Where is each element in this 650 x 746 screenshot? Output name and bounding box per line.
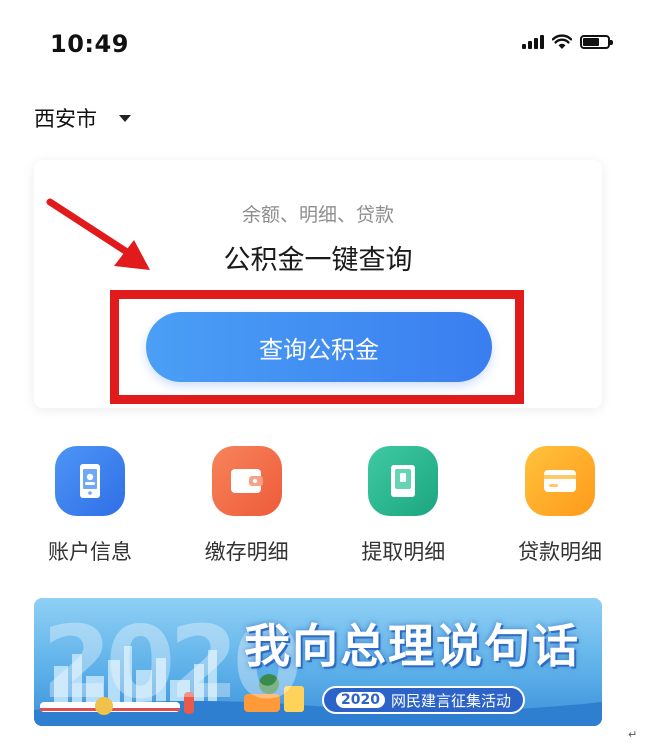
- account-info-icon: [55, 446, 125, 516]
- shortcut-loan-details[interactable]: 贷款明细: [490, 446, 630, 566]
- shortcut-withdraw-details[interactable]: 提取明细: [333, 446, 473, 566]
- city-label: 西安市: [34, 107, 97, 131]
- withdraw-icon: [368, 446, 439, 516]
- shortcut-grid: 账户信息 缴存明细 提取明细 贷款明细: [20, 446, 630, 566]
- banner-pill-year: 2020: [336, 692, 385, 708]
- highlight-box-annotation: [110, 290, 524, 404]
- shortcut-deposit-details[interactable]: 缴存明细: [177, 446, 317, 566]
- shortcut-account-info[interactable]: 账户信息: [20, 446, 160, 566]
- wallet-icon: [211, 446, 282, 516]
- shortcut-label: 提取明细: [361, 540, 446, 564]
- shortcut-label: 贷款明细: [517, 540, 602, 564]
- wifi-icon: [552, 34, 572, 49]
- status-icons: [522, 34, 613, 50]
- red-arrow-annotation: [46, 198, 150, 270]
- banner-title: 我向总理说句话: [244, 619, 580, 673]
- banner-pill: 2020 网民建言征集活动: [322, 686, 525, 714]
- banner-pill-text: 网民建言征集活动: [390, 691, 511, 710]
- status-time: 10:49: [50, 30, 129, 58]
- card-icon: [524, 446, 595, 516]
- signal-icon: [522, 35, 544, 49]
- shortcut-label: 账户信息: [48, 540, 132, 564]
- return-mark: ↵: [628, 728, 638, 741]
- battery-icon: [580, 35, 613, 49]
- shortcut-label: 缴存明细: [204, 540, 289, 564]
- chevron-down-icon: [119, 114, 131, 122]
- city-selector[interactable]: 西安市: [34, 103, 131, 133]
- promo-banner[interactable]: 2020 我向总理说句话 2020 网民建言征集活动: [34, 598, 602, 726]
